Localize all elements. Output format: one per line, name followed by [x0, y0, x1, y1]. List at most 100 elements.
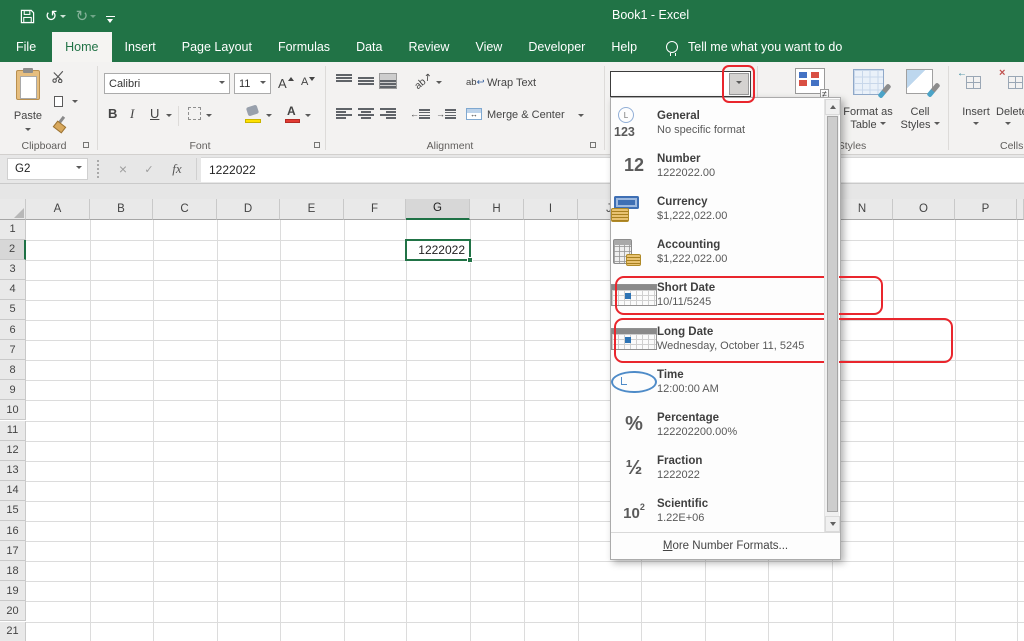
delete-button[interactable]: Delete: [996, 106, 1024, 132]
format-option-number[interactable]: Number1222022.00: [611, 144, 825, 187]
row-header-1[interactable]: 1: [0, 220, 26, 240]
tab-help[interactable]: Help: [598, 32, 650, 62]
format-option-percentage[interactable]: Percentage122202200.00%: [611, 403, 825, 446]
format-option-short-date[interactable]: Short Date10/11/5245: [611, 274, 825, 317]
font-color-button[interactable]: A: [287, 104, 296, 118]
row-header-17[interactable]: 17: [0, 541, 26, 561]
shrink-font-button[interactable]: A: [301, 76, 315, 88]
top-align-button[interactable]: [336, 74, 352, 82]
borders-dropdown-icon[interactable]: [206, 114, 212, 120]
more-number-formats[interactable]: More Number Formats...: [611, 532, 840, 559]
number-format-dropdown-button[interactable]: [729, 73, 749, 95]
tab-insert[interactable]: Insert: [112, 32, 169, 62]
save-icon[interactable]: [20, 9, 35, 24]
column-header-D[interactable]: D: [217, 199, 280, 220]
middle-align-button[interactable]: [358, 77, 374, 85]
row-header-9[interactable]: 9: [0, 380, 26, 400]
wrap-text-button[interactable]: Wrap Text: [487, 77, 536, 89]
cut-button[interactable]: [52, 70, 65, 88]
row-header-3[interactable]: 3: [0, 260, 26, 280]
paste-dropdown-icon[interactable]: [25, 128, 31, 134]
conditional-formatting-icon[interactable]: [795, 68, 825, 94]
column-header-H[interactable]: H: [470, 199, 524, 220]
insert-button[interactable]: Insert: [956, 106, 996, 132]
customize-qat-button[interactable]: [106, 16, 115, 17]
bottom-align-button[interactable]: [380, 74, 396, 88]
orientation-dropdown-icon[interactable]: [436, 81, 442, 87]
grow-font-button[interactable]: A: [278, 74, 294, 91]
paste-button[interactable]: Paste: [6, 66, 50, 150]
borders-button[interactable]: [188, 107, 201, 120]
redo-button[interactable]: ↻: [76, 9, 97, 24]
name-box[interactable]: G2: [7, 158, 88, 180]
column-header-B[interactable]: B: [90, 199, 153, 220]
format-as-table-button[interactable]: Format as Table: [838, 106, 898, 132]
scroll-down-button[interactable]: [825, 516, 840, 532]
format-painter-button[interactable]: [52, 116, 68, 132]
tab-file[interactable]: File: [0, 32, 52, 62]
align-right-button[interactable]: [380, 108, 396, 119]
row-header-10[interactable]: 10: [0, 400, 26, 420]
font-size-combo[interactable]: 11: [234, 73, 271, 94]
row-header-18[interactable]: 18: [0, 561, 26, 581]
fill-color-bar[interactable]: [245, 119, 261, 123]
column-header-partial[interactable]: [1017, 199, 1024, 220]
row-header-2[interactable]: 2: [0, 240, 26, 260]
selected-cell-g2[interactable]: 1222022: [405, 239, 471, 261]
tab-review[interactable]: Review: [395, 32, 462, 62]
format-option-scientific[interactable]: Scientific1.22E+06: [611, 490, 825, 533]
format-option-currency[interactable]: Currency$1,222,022.00: [611, 187, 825, 230]
tell-me[interactable]: Tell me what you want to do: [666, 32, 842, 62]
row-header-5[interactable]: 5: [0, 300, 26, 320]
underline-dropdown-icon[interactable]: [166, 114, 172, 120]
tab-home[interactable]: Home: [52, 32, 111, 62]
italic-button[interactable]: I: [130, 106, 134, 122]
decrease-indent-button[interactable]: ←: [410, 108, 430, 120]
row-header-11[interactable]: 11: [0, 421, 26, 441]
alignment-dialog-launcher[interactable]: [589, 141, 598, 150]
format-option-general[interactable]: GeneralNo specific format: [611, 101, 825, 144]
insert-function-button[interactable]: fx: [166, 158, 188, 180]
undo-button[interactable]: ↺: [45, 9, 66, 24]
row-header-16[interactable]: 16: [0, 521, 26, 541]
column-header-P[interactable]: P: [955, 199, 1017, 220]
column-header-I[interactable]: I: [524, 199, 578, 220]
row-header-14[interactable]: 14: [0, 481, 26, 501]
row-header-4[interactable]: 4: [0, 280, 26, 300]
bold-button[interactable]: B: [108, 106, 117, 121]
fill-color-dropdown-icon[interactable]: [266, 114, 272, 120]
format-as-table-icon[interactable]: [853, 69, 884, 95]
insert-cells-icon[interactable]: [966, 76, 981, 89]
font-name-combo[interactable]: Calibri: [104, 73, 230, 94]
cell-styles-button[interactable]: Cell Styles: [894, 106, 946, 132]
undo-dropdown-icon[interactable]: [60, 15, 66, 21]
row-header-13[interactable]: 13: [0, 461, 26, 481]
row-header-6[interactable]: 6: [0, 320, 26, 340]
fill-handle[interactable]: [467, 257, 473, 263]
clipboard-dialog-launcher[interactable]: [82, 141, 91, 150]
format-option-long-date[interactable]: Long DateWednesday, October 11, 5245: [611, 317, 825, 360]
row-header-7[interactable]: 7: [0, 340, 26, 360]
cancel-button[interactable]: ×: [112, 158, 134, 180]
underline-button[interactable]: U: [150, 106, 159, 121]
align-left-button[interactable]: [336, 108, 352, 119]
tab-data[interactable]: Data: [343, 32, 395, 62]
font-color-bar[interactable]: [285, 119, 300, 123]
row-header-19[interactable]: 19: [0, 581, 26, 601]
enter-button[interactable]: ✓: [138, 158, 160, 180]
scroll-up-button[interactable]: [825, 99, 840, 115]
column-header-C[interactable]: C: [153, 199, 217, 220]
select-all-button[interactable]: [0, 199, 26, 220]
cell-styles-icon[interactable]: [906, 69, 933, 94]
merge-center-dropdown-icon[interactable]: [578, 114, 584, 120]
menu-scrollbar[interactable]: [824, 99, 839, 533]
delete-cells-icon[interactable]: [1008, 76, 1023, 89]
align-center-button[interactable]: [358, 108, 374, 119]
column-header-O[interactable]: O: [893, 199, 955, 220]
format-option-accounting[interactable]: Accounting$1,222,022.00: [611, 231, 825, 274]
scroll-thumb[interactable]: [827, 116, 838, 512]
format-option-time[interactable]: Time12:00:00 AM: [611, 360, 825, 403]
font-dialog-launcher[interactable]: [313, 141, 322, 150]
format-option-fraction[interactable]: Fraction1222022: [611, 447, 825, 490]
column-header-F[interactable]: F: [344, 199, 406, 220]
